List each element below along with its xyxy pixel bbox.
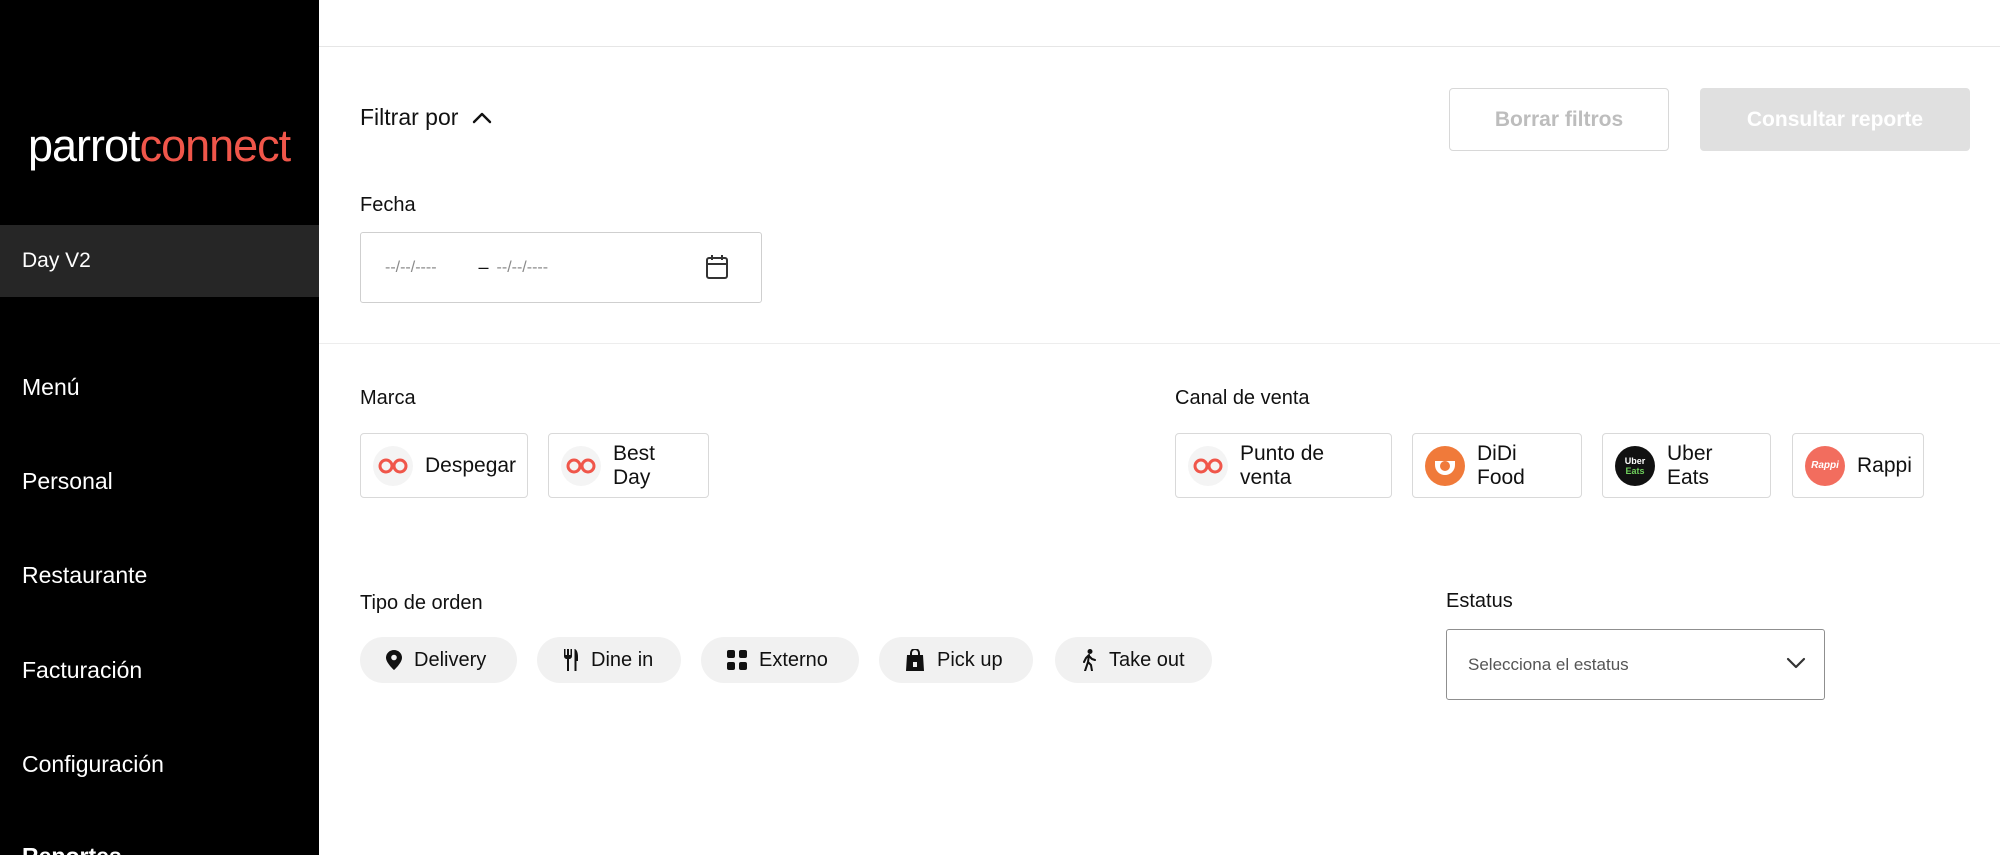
store-name: Day V2 [22,249,91,272]
channel-chip-punto-de-venta[interactable]: Punto de venta [1175,433,1392,498]
order-type-label-take-out: Take out [1109,648,1185,671]
sidebar: parrotconnect Day V2 Menú Personal Resta… [0,0,319,855]
uber-eats-icon: Uber Eats [1615,445,1655,486]
walking-person-icon [1083,649,1096,671]
chevron-down-icon [1786,657,1806,669]
chevron-up-icon [473,112,492,123]
section-divider [319,343,2000,344]
logo-text-connect: connect [139,120,292,171]
app-root: parrotconnect Day V2 Menú Personal Resta… [0,0,2000,855]
sidebar-item-menu[interactable]: Menú [22,374,80,401]
channel-chip-label: Punto de venta [1240,441,1325,489]
order-type-delivery[interactable]: Delivery [360,637,517,683]
rappi-icon-text: Rappi [1811,460,1839,471]
order-type-label-delivery: Delivery [414,648,487,671]
rappi-icon: Rappi [1805,445,1845,486]
order-type-label-dine-in: Dine in [591,648,654,671]
order-type-take-out[interactable]: Take out [1055,637,1212,683]
uber-icon-text: Uber [1624,455,1646,466]
status-select[interactable]: Selecciona el estatus [1446,629,1825,700]
top-bar [319,0,2000,47]
order-type-label-pick-up: Pick up [937,648,1003,671]
filter-toggle-label: Filtrar por [360,104,459,130]
parrot-connect-logo: parrotconnect [28,120,292,172]
store-selector[interactable]: Day V2 [0,225,319,297]
shopping-bag-icon [906,649,924,671]
didi-food-icon [1425,445,1465,486]
connect-logo-icon [561,445,601,486]
view-report-button[interactable]: Consultar reporte [1700,88,1970,151]
brand-label: Marca [360,387,416,409]
channel-chip-label: Rappi [1857,453,1912,477]
channel-chip-label: DiDi Food [1477,441,1525,489]
order-type-externo[interactable]: Externo [701,637,859,683]
order-type-label: Tipo de orden [360,592,483,614]
order-type-pick-up[interactable]: Pick up [879,637,1033,683]
date-end-input[interactable]: --/--/---- [497,259,549,277]
date-range-field[interactable]: --/--/---- – --/--/---- [360,232,762,303]
clear-filters-button[interactable]: Borrar filtros [1449,88,1669,151]
brand-chip-label: Despegar [425,453,517,477]
channel-chip-rappi[interactable]: Rappi Rappi [1792,433,1924,498]
eats-icon-text: Eats [1625,465,1645,476]
filter-toggle[interactable]: Filtrar por [360,104,492,131]
order-type-dine-in[interactable]: Dine in [537,637,681,683]
brand-chip-despegar[interactable]: Despegar [360,433,528,498]
channel-chip-label: Uber Eats [1667,441,1713,489]
channel-label: Canal de venta [1175,387,1310,409]
channel-chip-uber-eats[interactable]: Uber Eats Uber Eats [1602,433,1771,498]
apps-grid-icon [727,650,747,670]
brand-chip-label: Best Day [613,441,656,489]
sidebar-item-facturacion[interactable]: Facturación [22,657,142,684]
channel-chip-didi-food[interactable]: DiDi Food [1412,433,1582,498]
brand-chip-best-day[interactable]: Best Day [548,433,709,498]
sidebar-item-personal[interactable]: Personal [22,468,113,495]
logo-text-parrot: parrot [28,120,141,171]
date-start-input[interactable]: --/--/---- [385,259,437,277]
date-separator: – [478,257,489,277]
connect-logo-icon [373,445,413,486]
connect-logo-icon [1188,445,1228,486]
date-label: Fecha [360,194,416,216]
status-label: Estatus [1446,590,1513,612]
fork-knife-icon [564,649,578,671]
calendar-icon[interactable] [705,253,729,281]
sidebar-item-reportes[interactable]: Reportes [22,843,122,855]
sidebar-item-configuracion[interactable]: Configuración [22,751,164,778]
order-type-label-externo: Externo [759,648,828,671]
status-select-placeholder: Selecciona el estatus [1468,654,1629,674]
location-pin-icon [386,650,402,670]
sidebar-item-restaurante[interactable]: Restaurante [22,562,147,589]
